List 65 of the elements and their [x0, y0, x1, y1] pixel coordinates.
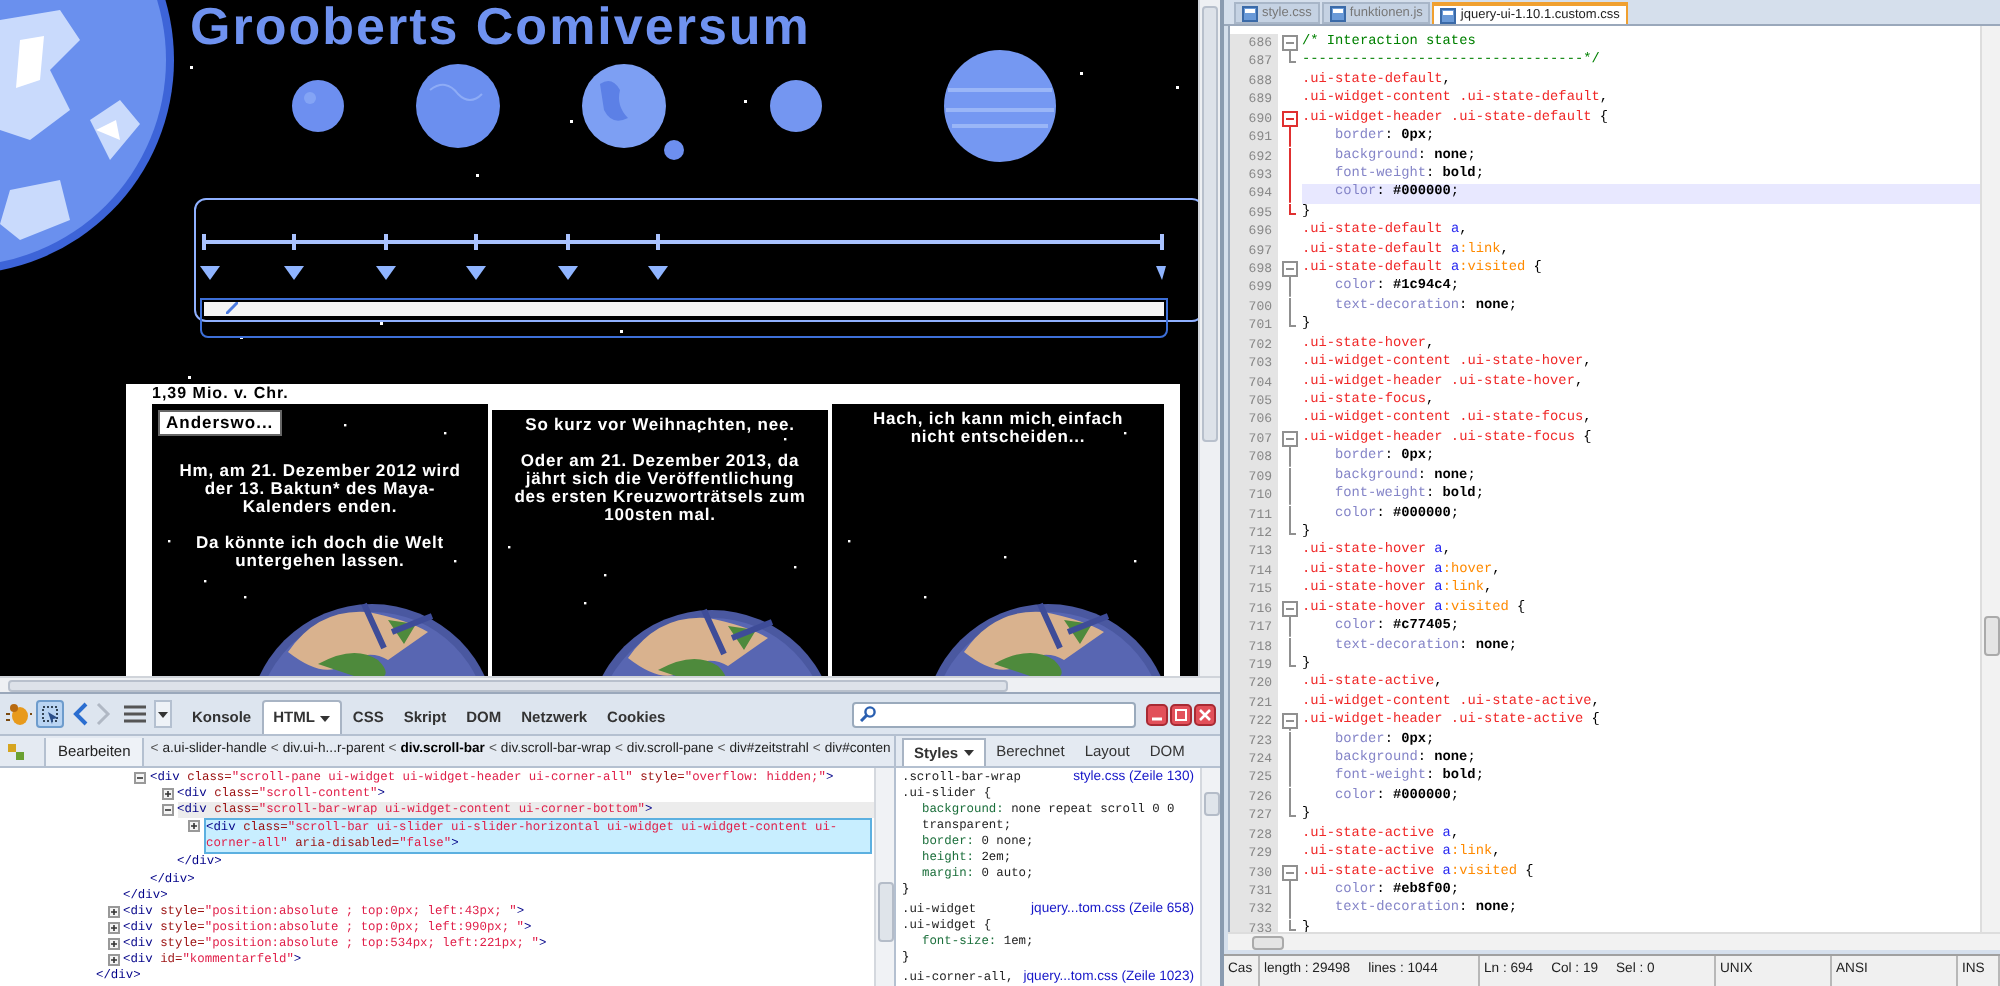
vertical-scrollbar[interactable] [1200, 768, 1220, 986]
scrollbar-thumb[interactable] [1202, 6, 1218, 442]
planet-drawing [292, 80, 344, 132]
planet-drawing [416, 64, 500, 148]
file-icon [1329, 5, 1346, 21]
triangle-icon[interactable] [466, 266, 486, 280]
triangle-icon[interactable] [200, 266, 220, 280]
restore-icon[interactable] [1170, 703, 1192, 725]
expand-icon[interactable] [107, 954, 119, 967]
triangle-icon[interactable] [1156, 266, 1166, 280]
horizontal-scrollbar[interactable] [1228, 932, 2000, 950]
speech-text: Hach, ich kann mich einfach nicht entscheiden... [870, 410, 1126, 446]
caret-icon [158, 711, 168, 717]
speech-text: So kurz vor Weihnachten, nee. [523, 416, 797, 434]
vertical-scrollbar[interactable] [1198, 0, 1220, 676]
scrollbar-thumb[interactable] [877, 882, 893, 942]
file-icon [1242, 5, 1258, 21]
caption-box: Anderswo... [158, 410, 282, 436]
cursor-icon [41, 705, 59, 723]
triangle-icon[interactable] [376, 266, 396, 280]
collapse-icon[interactable] [134, 772, 146, 784]
scrollbar-thumb[interactable] [8, 679, 1008, 691]
back-icon[interactable] [72, 702, 90, 726]
collapse-icon[interactable] [1282, 260, 1298, 279]
expand-icon[interactable] [188, 820, 200, 833]
vertical-scrollbar[interactable] [874, 768, 894, 986]
collapse-icon[interactable] [161, 804, 173, 817]
expand-icon[interactable] [161, 788, 173, 801]
scrollbar-thumb[interactable] [1983, 616, 1999, 656]
scroll-bar[interactable] [204, 302, 1164, 316]
collapse-icon[interactable] [1282, 863, 1298, 882]
expand-icon[interactable] [107, 921, 119, 934]
planet-drawing [944, 50, 1056, 162]
search-field[interactable] [852, 701, 1136, 727]
collapse-icon[interactable] [1282, 429, 1298, 449]
speech-text: Oder am 21. Dezember 2013, da jährt sich die Veröffentlichung des ersten Kreuzworträtsels zum 100sten mal. [512, 452, 808, 524]
moon-drawing [664, 140, 684, 160]
expand-icon[interactable] [107, 905, 119, 918]
collapse-icon[interactable] [1282, 34, 1298, 53]
minimize-icon[interactable] [1146, 703, 1168, 725]
vertical-scrollbar[interactable] [1980, 26, 2000, 932]
inspect-button[interactable] [36, 700, 64, 728]
expand-icon[interactable] [107, 937, 119, 950]
planet-drawing [582, 64, 666, 148]
tree-icon[interactable] [6, 741, 26, 761]
triangle-icon[interactable] [648, 266, 668, 280]
triangle-icon[interactable] [558, 266, 578, 280]
planet-drawing [770, 80, 822, 132]
speech-text: Da könnte ich doch die Welt untergehen lassen. [194, 534, 446, 570]
bug-icon[interactable] [6, 702, 32, 726]
collapse-icon[interactable] [1282, 109, 1298, 129]
scrollbar-thumb[interactable] [1203, 792, 1219, 816]
site-title: Grooberts Comiversum [190, 0, 811, 52]
scrollbar-thumb[interactable] [1252, 935, 1284, 949]
list-icon[interactable] [124, 704, 146, 724]
collapse-icon[interactable] [1282, 599, 1298, 619]
era-label: 1,39 Mio. v. Chr. [152, 384, 289, 404]
dropdown-button[interactable] [154, 700, 172, 728]
search-icon [860, 706, 876, 722]
collapse-icon[interactable] [1282, 712, 1298, 732]
speech-text: Hm, am 21. Dezember 2012 wird der 13. Baktun* des Maya-Kalenders enden. [177, 462, 463, 516]
close-icon[interactable] [1194, 703, 1216, 725]
horizontal-scrollbar[interactable] [0, 676, 1220, 692]
triangle-icon[interactable] [284, 266, 304, 280]
slider-handle[interactable] [226, 302, 238, 314]
